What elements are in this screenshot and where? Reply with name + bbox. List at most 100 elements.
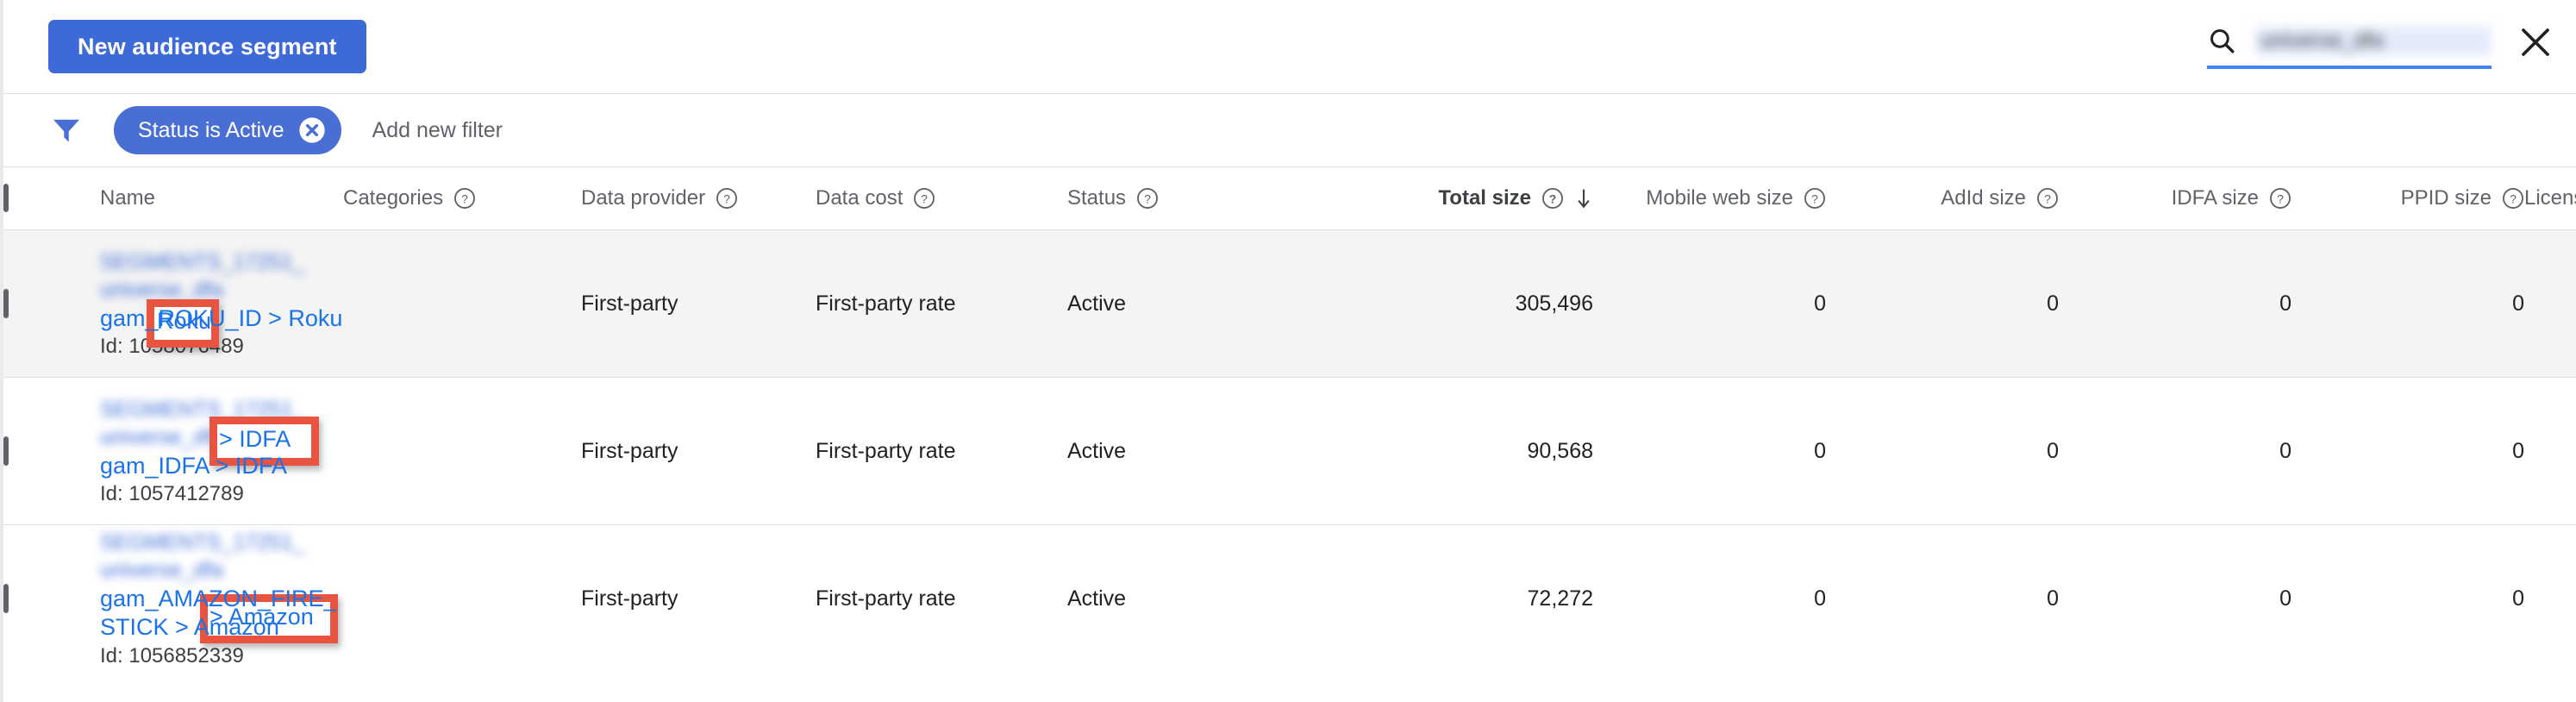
adid-size-cell: 0 (1826, 377, 2059, 525)
data-provider-cell: First-party (581, 377, 816, 525)
row-checkbox[interactable] (3, 583, 9, 613)
help-icon[interactable]: ? (2502, 187, 2524, 210)
segment-name-cell: SEGMENTS_17251_ universe_dfa gam_AMAZON_… (100, 524, 343, 672)
table-header: Name Categories ? Data provider ? Data c… (3, 167, 2576, 230)
search-icon[interactable] (2207, 26, 2236, 55)
help-icon[interactable]: ? (1804, 187, 1826, 210)
mobile-web-size-cell: 0 (1593, 524, 1826, 672)
status-cell: Active (1067, 524, 1360, 672)
select-all-header (3, 167, 100, 230)
table-row[interactable]: SEGMENTS_17251_ universe_dfa gam_AMAZON_… (3, 524, 2576, 672)
help-icon[interactable]: ? (1136, 187, 1159, 210)
row-select-cell (3, 524, 100, 672)
column-label: Status (1067, 186, 1127, 210)
column-header-idfa-size[interactable]: IDFA size ? (2059, 167, 2292, 230)
column-header-categories[interactable]: Categories ? (343, 167, 581, 230)
table-header-row: Name Categories ? Data provider ? Data c… (3, 167, 2576, 230)
column-label: Mobile web size (1646, 186, 1793, 210)
filter-bar: Status is Active Add new filter (3, 93, 2576, 167)
ppid-size-cell: 0 (2292, 229, 2524, 378)
search-input[interactable]: universe_dfa (2255, 26, 2492, 55)
segment-id: Id: 1057412789 (100, 482, 244, 506)
adid-size-cell: 0 (1826, 524, 2059, 672)
column-header-license-type[interactable]: License type (2524, 167, 2576, 230)
svg-text:?: ? (2510, 191, 2517, 205)
help-icon[interactable]: ? (2036, 187, 2059, 210)
svg-text:?: ? (1144, 191, 1151, 205)
column-label: License type (2524, 186, 2576, 210)
select-all-checkbox[interactable] (3, 184, 9, 212)
svg-text:?: ? (461, 191, 468, 205)
close-icon[interactable] (2517, 24, 2554, 60)
segment-id: Id: 1056852339 (100, 643, 244, 668)
column-header-ppid-size[interactable]: PPID size ? (2292, 167, 2524, 230)
column-header-status[interactable]: Status ? (1067, 167, 1360, 230)
license-type-cell (2524, 229, 2576, 378)
ppid-size-cell: 0 (2292, 524, 2524, 672)
svg-text:?: ? (2277, 191, 2284, 205)
row-checkbox[interactable] (3, 436, 9, 466)
table-body: SEGMENTS_17251_ universe_dfa gam_ROKU_ID… (3, 229, 2576, 672)
column-header-data-provider[interactable]: Data provider ? (581, 167, 816, 230)
svg-text:?: ? (1811, 191, 1818, 205)
data-provider-cell: First-party (581, 524, 816, 672)
segment-id: Id: 1058076489 (100, 335, 244, 359)
column-header-data-cost[interactable]: Data cost ? (816, 167, 1067, 230)
adid-size-cell: 0 (1826, 229, 2059, 378)
ppid-size-cell: 0 (2292, 377, 2524, 525)
segment-name-cell: SEGMENTS_17251_ universe_dfa gam_ROKU_ID… (100, 229, 343, 378)
column-label: Total size (1438, 186, 1531, 210)
column-label: AdId size (1941, 186, 2026, 210)
help-icon[interactable]: ? (453, 187, 476, 210)
idfa-size-cell: 0 (2059, 377, 2292, 525)
categories-cell (343, 377, 581, 525)
column-header-adid-size[interactable]: AdId size ? (1826, 167, 2059, 230)
column-header-mobile-web-size[interactable]: Mobile web size ? (1593, 167, 1826, 230)
data-cost-cell: First-party rate (816, 524, 1067, 672)
status-cell: Active (1067, 377, 1360, 525)
audience-segments-table: Name Categories ? Data provider ? Data c… (3, 167, 2576, 672)
row-select-cell (3, 229, 100, 378)
redacted-segment-path: SEGMENTS_17251_ universe_dfa (100, 249, 305, 302)
total-size-cell: 90,568 (1360, 377, 1593, 525)
categories-cell (343, 524, 581, 672)
help-icon[interactable]: ? (913, 187, 935, 210)
help-icon[interactable]: ? (716, 187, 738, 210)
row-checkbox[interactable] (3, 288, 9, 318)
column-label: Categories (343, 186, 444, 210)
idfa-size-cell: 0 (2059, 524, 2292, 672)
svg-text:?: ? (2044, 191, 2051, 205)
table-row[interactable]: SEGMENTS_17251_ universe_dfa gam_ROKU_ID… (3, 229, 2576, 378)
filter-funnel-icon[interactable] (52, 117, 81, 143)
sort-descending-icon[interactable] (1574, 187, 1593, 210)
data-provider-cell: First-party (581, 229, 816, 378)
mobile-web-size-cell: 0 (1593, 377, 1826, 525)
table-row[interactable]: SEGMENTS_17251_ universe_dfa gam_IDFA > … (3, 377, 2576, 525)
column-header-total-size[interactable]: Total size ? (1360, 167, 1593, 230)
segment-name-link[interactable]: gam_IDFA > IDFA (100, 452, 343, 480)
help-icon[interactable]: ? (1541, 187, 1564, 210)
data-cost-cell: First-party rate (816, 229, 1067, 378)
column-header-name[interactable]: Name (100, 167, 343, 230)
status-cell: Active (1067, 229, 1360, 378)
column-label: PPID size (2400, 186, 2492, 210)
search-area: universe_dfa (2207, 16, 2554, 69)
filter-chip-status-active[interactable]: Status is Active (114, 106, 341, 154)
search-field[interactable]: universe_dfa (2207, 16, 2492, 69)
categories-cell (343, 229, 581, 378)
new-audience-segment-button[interactable]: New audience segment (48, 20, 366, 73)
redacted-segment-path: SEGMENTS_17251_ universe_dfa (100, 530, 305, 583)
segment-name-cell: SEGMENTS_17251_ universe_dfa gam_IDFA > … (100, 377, 343, 525)
segment-name-link[interactable]: gam_ROKU_ID > Roku (100, 304, 343, 333)
help-icon[interactable]: ? (2269, 187, 2292, 210)
segment-name-link[interactable]: gam_AMAZON_FIRE_STICK > Amazon (100, 585, 343, 642)
license-type-cell (2524, 377, 2576, 525)
svg-text:?: ? (723, 191, 730, 205)
audience-segments-page: New audience segment universe_dfa Status… (0, 0, 2576, 702)
column-label: Data provider (581, 186, 706, 210)
add-new-filter-button[interactable]: Add new filter (372, 118, 503, 143)
cancel-icon[interactable] (298, 116, 326, 144)
column-label: IDFA size (2171, 186, 2259, 210)
total-size-cell: 72,272 (1360, 524, 1593, 672)
top-toolbar: New audience segment universe_dfa (3, 0, 2576, 93)
